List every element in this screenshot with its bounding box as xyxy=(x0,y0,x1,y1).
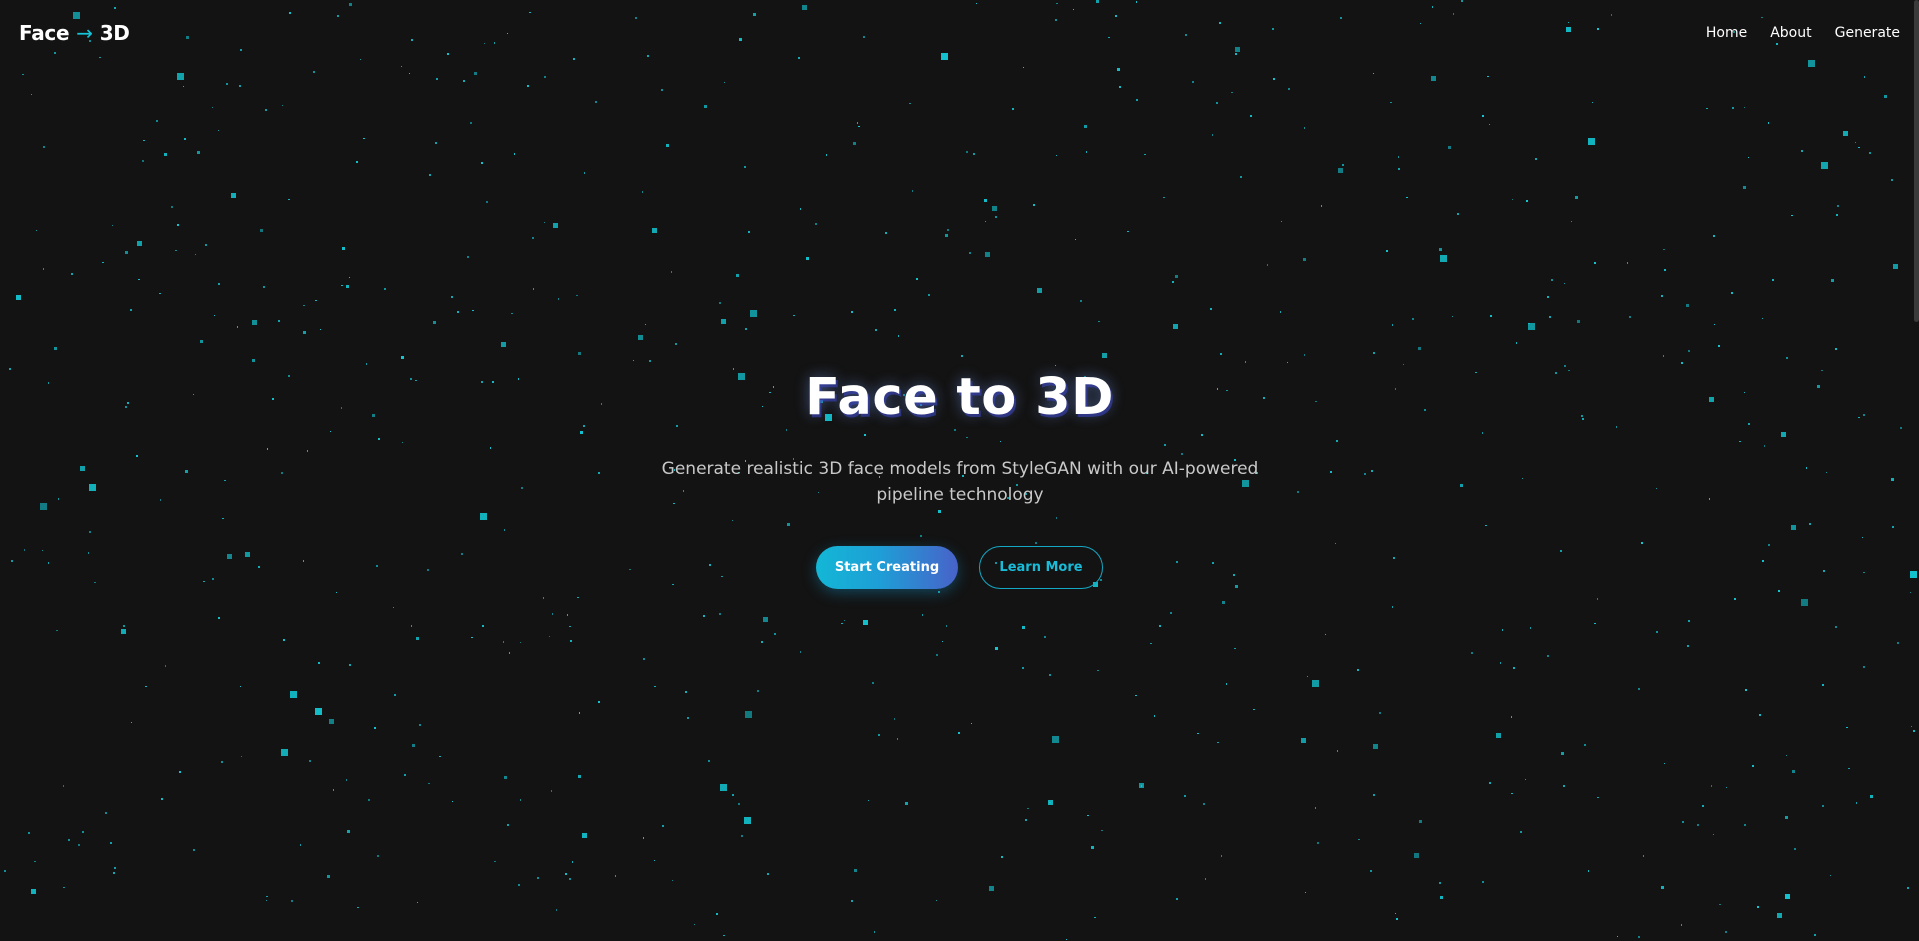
logo-text-face: Face xyxy=(19,21,70,45)
arrow-icon: → xyxy=(76,21,93,45)
navbar: Face → 3D Home About Generate xyxy=(0,0,1919,66)
nav-link-about[interactable]: About xyxy=(1770,25,1811,41)
logo[interactable]: Face → 3D xyxy=(19,21,130,45)
nav-links: Home About Generate xyxy=(1706,25,1900,41)
logo-text-3d: 3D xyxy=(99,21,130,45)
hero-subtitle-line-2: pipeline technology xyxy=(876,485,1044,505)
hero-subtitle: Generate realistic 3D face models from S… xyxy=(660,456,1260,508)
learn-more-button[interactable]: Learn More xyxy=(979,546,1103,589)
nav-link-home[interactable]: Home xyxy=(1706,25,1747,41)
scrollbar[interactable] xyxy=(1914,0,1919,322)
page-background: Face → 3D Home About Generate Face to 3D… xyxy=(0,0,1919,941)
hero-title: Face to 3D xyxy=(805,368,1114,427)
hero-section: Face to 3D Generate realistic 3D face mo… xyxy=(0,0,1919,941)
nav-link-generate[interactable]: Generate xyxy=(1835,25,1900,41)
hero-subtitle-line-1: Generate realistic 3D face models from S… xyxy=(661,459,1259,479)
start-creating-button[interactable]: Start Creating xyxy=(816,546,958,589)
